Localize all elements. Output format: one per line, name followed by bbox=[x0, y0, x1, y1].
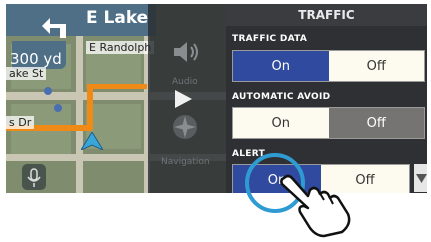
pointing-hand-icon bbox=[278, 172, 360, 242]
traffic-data-toggle[interactable]: On Off bbox=[232, 50, 425, 82]
side-label-navigation: Navigation bbox=[161, 157, 210, 167]
street-label: ake St bbox=[6, 67, 47, 80]
route-line bbox=[87, 84, 93, 130]
map-road bbox=[76, 34, 83, 193]
side-label-audio: Audio bbox=[172, 77, 198, 87]
poi-pin-icon bbox=[54, 104, 62, 112]
speaker-icon[interactable] bbox=[170, 39, 202, 69]
automatic-avoid-off-button[interactable]: Off bbox=[328, 108, 424, 138]
play-icon[interactable] bbox=[172, 88, 194, 114]
compass-icon[interactable] bbox=[172, 114, 198, 144]
automatic-avoid-on-button[interactable]: On bbox=[233, 108, 329, 138]
scroll-down-button[interactable] bbox=[414, 164, 427, 192]
poi-pin-icon bbox=[44, 87, 52, 95]
traffic-data-on-button[interactable]: On bbox=[233, 51, 329, 81]
route-line bbox=[87, 84, 147, 89]
automatic-avoid-label: AUTOMATIC AVOID bbox=[232, 92, 331, 102]
turn-arrow-icon bbox=[36, 10, 76, 40]
automatic-avoid-toggle[interactable]: On Off bbox=[232, 107, 425, 139]
street-label: E Randolph bbox=[86, 41, 155, 54]
street-name: E Lake bbox=[86, 8, 149, 28]
position-marker-icon bbox=[79, 131, 105, 154]
map-block bbox=[86, 49, 141, 89]
traffic-data-label: TRAFFIC DATA bbox=[232, 34, 308, 44]
side-panel: Audio Navigation bbox=[148, 4, 226, 193]
traffic-data-off-button[interactable]: Off bbox=[328, 51, 424, 81]
distance-text: 300 yd bbox=[10, 50, 62, 68]
street-label: s Dr bbox=[6, 116, 35, 129]
page-title: TRAFFIC bbox=[226, 4, 427, 26]
voice-command-icon[interactable] bbox=[22, 164, 46, 190]
infotainment-screen: E Lake 300 yd E Randolph ake St s Dr Aud… bbox=[6, 4, 427, 193]
